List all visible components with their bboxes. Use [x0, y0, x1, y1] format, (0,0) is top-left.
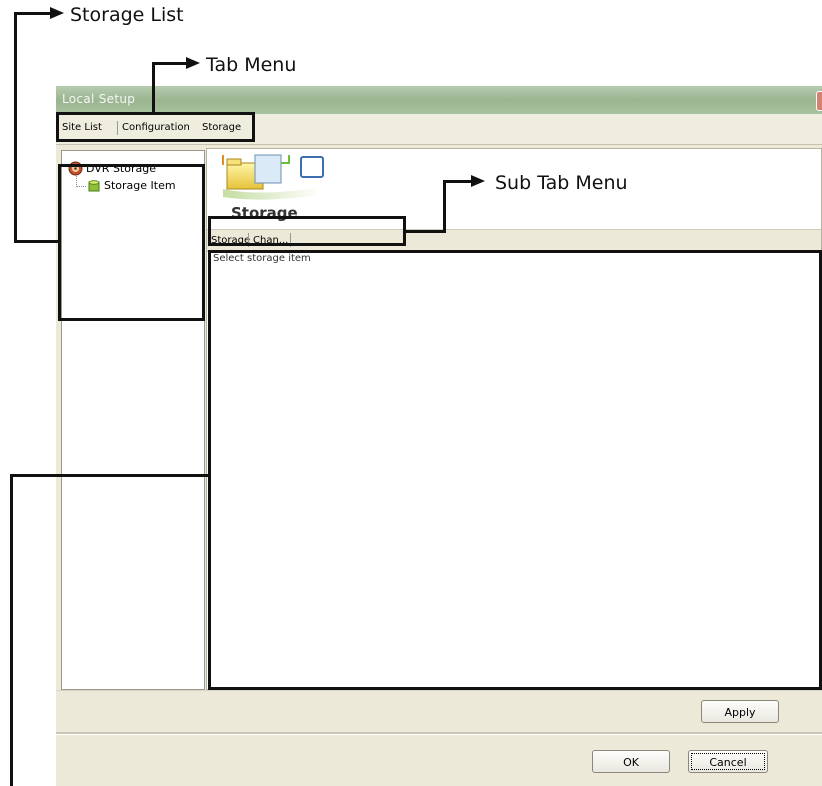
window-title: Local Setup	[62, 92, 136, 106]
storage-list-leader	[14, 12, 17, 242]
tab-menu-leader	[152, 62, 155, 114]
sub-tab-leader	[443, 180, 471, 183]
storage-list-highlight	[58, 164, 205, 321]
arrow-icon	[50, 7, 64, 19]
tab-menu-label: Tab Menu	[206, 54, 297, 76]
storage-list-leader	[14, 12, 50, 15]
content-area-leader	[10, 474, 13, 786]
storage-list-label: Storage List	[70, 4, 184, 26]
ok-button[interactable]: OK	[592, 750, 670, 773]
sub-tab-menu-label: Sub Tab Menu	[495, 172, 628, 194]
sub-tab-leader	[404, 230, 446, 233]
dialog-footer: OK Cancel	[56, 735, 822, 786]
title-bar: Local Setup ✕	[56, 86, 822, 114]
storage-list-leader	[14, 240, 60, 243]
close-icon[interactable]: ✕	[816, 91, 822, 111]
cancel-button[interactable]: Cancel	[688, 750, 768, 773]
arrow-icon	[186, 57, 200, 69]
storage-folder-icon	[221, 151, 331, 206]
content-area-highlight	[208, 250, 822, 690]
content-area-leader	[10, 474, 210, 477]
sub-tab-leader	[443, 180, 446, 233]
sub-tab-menu-highlight	[208, 216, 406, 246]
tab-menu-highlight	[56, 112, 255, 142]
apply-button[interactable]: Apply	[701, 700, 779, 723]
arrow-icon	[471, 175, 485, 187]
apply-row: Apply	[56, 690, 822, 731]
tab-menu-leader	[152, 62, 186, 65]
